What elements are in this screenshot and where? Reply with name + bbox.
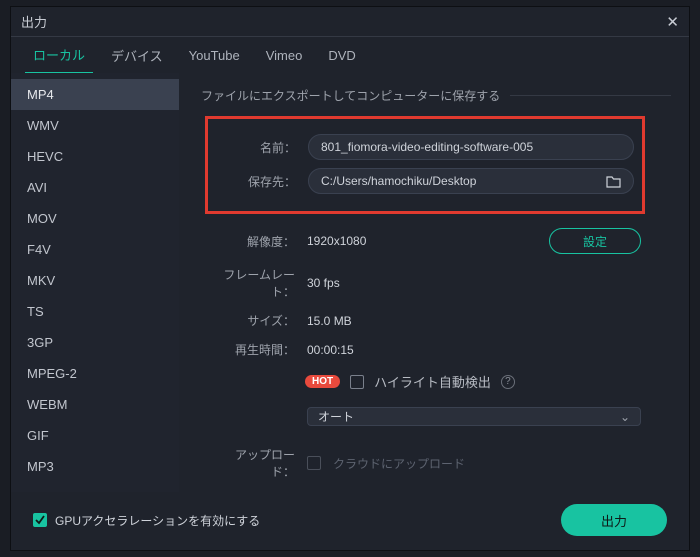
duration-value: 00:00:15 [307, 343, 354, 357]
name-label: 名前： [216, 139, 296, 156]
sidebar-item-wmv[interactable]: WMV [11, 110, 179, 141]
export-settings-panel: ファイルにエクスポートしてコンピューターに保存する 名前： 801_fiomor… [179, 73, 689, 492]
chevron-down-icon: ⌄ [620, 410, 630, 424]
highlight-label: ハイライト自動検出 [374, 372, 491, 391]
sidebar-item-mkv[interactable]: MKV [11, 265, 179, 296]
sidebar-item-f4v[interactable]: F4V [11, 234, 179, 265]
tab-local[interactable]: ローカル [25, 37, 93, 74]
framerate-label: フレームレート： [215, 266, 295, 300]
format-sidebar: MP4 WMV HEVC AVI MOV F4V MKV TS 3GP MPEG… [11, 73, 179, 492]
sidebar-item-mpeg2[interactable]: MPEG-2 [11, 358, 179, 389]
name-value: 801_fiomora-video-editing-software-005 [321, 140, 621, 154]
gpu-checkbox[interactable] [33, 513, 47, 527]
sidebar-item-mov[interactable]: MOV [11, 203, 179, 234]
duration-label: 再生時間： [215, 341, 295, 358]
sidebar-item-mp3[interactable]: MP3 [11, 451, 179, 482]
tab-vimeo[interactable]: Vimeo [258, 40, 311, 71]
save-to-field[interactable]: C:/Users/hamochiku/Desktop [308, 168, 634, 194]
auto-select-value: オート [318, 408, 354, 425]
framerate-value: 30 fps [307, 276, 340, 290]
cloud-checkbox [307, 456, 321, 470]
highlighted-fields: 名前： 801_fiomora-video-editing-software-0… [205, 116, 645, 214]
export-tabs: ローカル デバイス YouTube Vimeo DVD [11, 37, 689, 73]
resolution-label: 解像度： [215, 233, 295, 250]
sidebar-item-hevc[interactable]: HEVC [11, 141, 179, 172]
auto-select[interactable]: オート ⌄ [307, 407, 641, 426]
gpu-label: GPUアクセラレーションを有効にする [55, 512, 260, 529]
sidebar-item-webm[interactable]: WEBM [11, 389, 179, 420]
tab-dvd[interactable]: DVD [320, 40, 363, 71]
hot-badge: HOT [305, 375, 340, 388]
size-value: 15.0 MB [307, 314, 352, 328]
tab-youtube[interactable]: YouTube [181, 40, 248, 71]
sidebar-item-ts[interactable]: TS [11, 296, 179, 327]
sidebar-item-mp4[interactable]: MP4 [11, 79, 179, 110]
tab-device[interactable]: デバイス [103, 38, 171, 73]
close-icon[interactable]: ✕ [666, 13, 679, 31]
highlight-checkbox[interactable] [350, 375, 364, 389]
sidebar-item-avi[interactable]: AVI [11, 172, 179, 203]
name-field[interactable]: 801_fiomora-video-editing-software-005 [308, 134, 634, 160]
cloud-label: クラウドにアップロード [333, 455, 465, 472]
section-heading: ファイルにエクスポートしてコンピューターに保存する [201, 87, 500, 104]
window-title: 出力 [21, 12, 47, 31]
sidebar-item-gif[interactable]: GIF [11, 420, 179, 451]
save-to-value: C:/Users/hamochiku/Desktop [321, 174, 606, 188]
export-button[interactable]: 出力 [561, 504, 667, 536]
folder-icon[interactable] [606, 175, 621, 188]
resolution-value: 1920x1080 [307, 234, 366, 248]
help-icon[interactable]: ? [501, 375, 515, 389]
size-label: サイズ： [215, 312, 295, 329]
divider [510, 95, 671, 96]
upload-label: アップロード： [215, 446, 295, 480]
settings-button[interactable]: 設定 [549, 228, 641, 254]
sidebar-item-3gp[interactable]: 3GP [11, 327, 179, 358]
save-to-label: 保存先： [216, 173, 296, 190]
